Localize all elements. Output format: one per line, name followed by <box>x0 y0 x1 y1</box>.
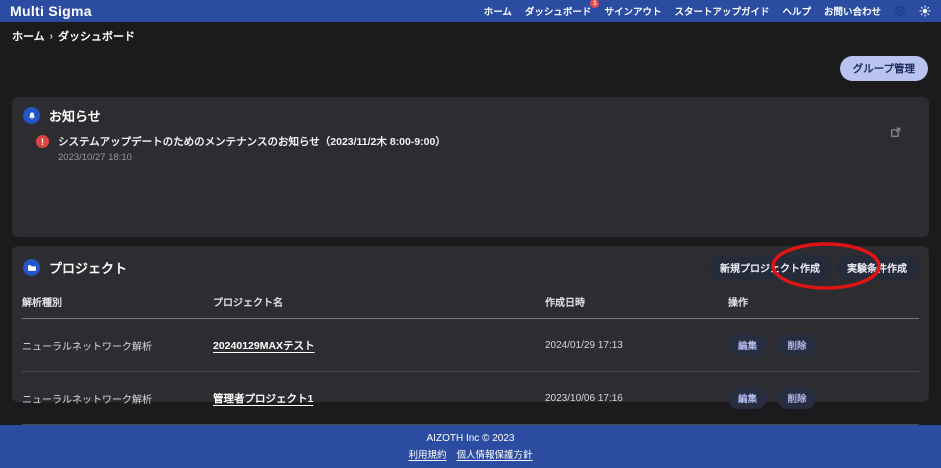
nav-item-help[interactable]: ヘルプ <box>782 4 811 18</box>
delete-button[interactable]: 削除 <box>777 387 816 409</box>
breadcrumb-current: ダッシュボード <box>58 28 135 44</box>
notification-badge: 1 <box>590 0 599 8</box>
create-experiment-button[interactable]: 実験条件作成 <box>836 255 918 280</box>
delete-button[interactable]: 削除 <box>777 334 816 356</box>
announcement-item: ! システムアップデートのためのメンテナンスのお知らせ（2023/11/2木 8… <box>12 134 929 163</box>
nav-item-dashboard-label: ダッシュボード <box>525 7 592 18</box>
new-project-button[interactable]: 新規プロジェクト作成 <box>709 255 831 280</box>
announcement-date: 2023/10/27 18:10 <box>58 152 446 163</box>
nav-item-signout[interactable]: サインアウト <box>604 4 661 18</box>
announcement-title: システムアップデートのためのメンテナンスのお知らせ（2023/11/2木 8:0… <box>58 134 446 149</box>
top-navigation: ホーム ダッシュボード 1 サインアウト スタートアップガイド ヘルプ お問い合… <box>484 4 931 18</box>
analysis-type-cell: ニューラルネットワーク解析 <box>22 372 213 425</box>
project-row: ニューラルネットワーク解析 20240129MAXテスト 2024/01/29 … <box>22 319 919 372</box>
announcements-panel: お知らせ ! システムアップデートのためのメンテナンスのお知らせ（2023/11… <box>12 97 929 237</box>
alert-icon: ! <box>36 135 49 148</box>
folder-icon <box>23 259 40 276</box>
nav-item-startup-guide[interactable]: スタートアップガイド <box>674 4 769 18</box>
footer-copyright: AIZOTH Inc © 2023 <box>427 433 515 444</box>
language-globe-icon[interactable] <box>894 5 906 17</box>
created-at-cell: 2024/01/29 17:13 <box>545 319 728 372</box>
breadcrumb: ホーム › ダッシュボード <box>12 28 135 44</box>
nav-item-dashboard[interactable]: ダッシュボード 1 <box>525 4 592 18</box>
announcements-title: お知らせ <box>49 106 101 125</box>
breadcrumb-home[interactable]: ホーム <box>12 28 45 44</box>
top-bar: Multi Sigma ホーム ダッシュボード 1 サインアウト スタートアップ… <box>0 0 941 22</box>
analysis-type-cell: ニューラルネットワーク解析 <box>22 319 213 372</box>
column-header-created-at: 作成日時 <box>545 289 728 319</box>
terms-of-use-link[interactable]: 利用規約 <box>408 447 446 461</box>
column-header-analysis-type: 解析種別 <box>22 289 213 319</box>
project-row: ニューラルネットワーク解析 管理者プロジェクト1 2023/10/06 17:1… <box>22 372 919 425</box>
privacy-policy-link[interactable]: 個人情報保護方針 <box>457 447 533 461</box>
announcement-body: システムアップデートのためのメンテナンスのお知らせ（2023/11/2木 8:0… <box>58 134 446 163</box>
column-header-operations: 操作 <box>728 289 919 319</box>
brand-logo: Multi Sigma <box>10 3 92 19</box>
projects-title: プロジェクト <box>49 258 127 277</box>
nav-item-contact[interactable]: お問い合わせ <box>824 4 881 18</box>
nav-item-home[interactable]: ホーム <box>484 4 512 18</box>
footer: AIZOTH Inc © 2023 利用規約 個人情報保護方針 <box>0 425 941 468</box>
projects-actions: 新規プロジェクト作成 実験条件作成 <box>709 255 918 280</box>
column-header-project-name: プロジェクト名 <box>213 289 545 319</box>
project-name-link[interactable]: 管理者プロジェクト1 <box>213 393 313 405</box>
breadcrumb-separator: › <box>50 31 53 42</box>
project-name-link[interactable]: 20240129MAXテスト <box>213 340 315 352</box>
open-in-new-icon[interactable] <box>889 126 902 139</box>
group-management-button[interactable]: グループ管理 <box>840 56 928 81</box>
theme-sun-icon[interactable] <box>919 5 931 17</box>
table-header-row: 解析種別 プロジェクト名 作成日時 操作 <box>22 289 919 319</box>
projects-panel: プロジェクト 新規プロジェクト作成 実験条件作成 解析種別 プロジェクト名 作成… <box>12 246 929 402</box>
edit-button[interactable]: 編集 <box>728 334 767 356</box>
projects-header: プロジェクト 新規プロジェクト作成 実験条件作成 <box>12 246 929 287</box>
announcements-header: お知らせ <box>12 97 929 132</box>
bell-icon <box>23 107 40 124</box>
created-at-cell: 2023/10/06 17:16 <box>545 372 728 425</box>
footer-links: 利用規約 個人情報保護方針 <box>408 447 532 461</box>
edit-button[interactable]: 編集 <box>728 387 767 409</box>
projects-table: 解析種別 プロジェクト名 作成日時 操作 ニューラルネットワーク解析 20240… <box>22 289 919 425</box>
